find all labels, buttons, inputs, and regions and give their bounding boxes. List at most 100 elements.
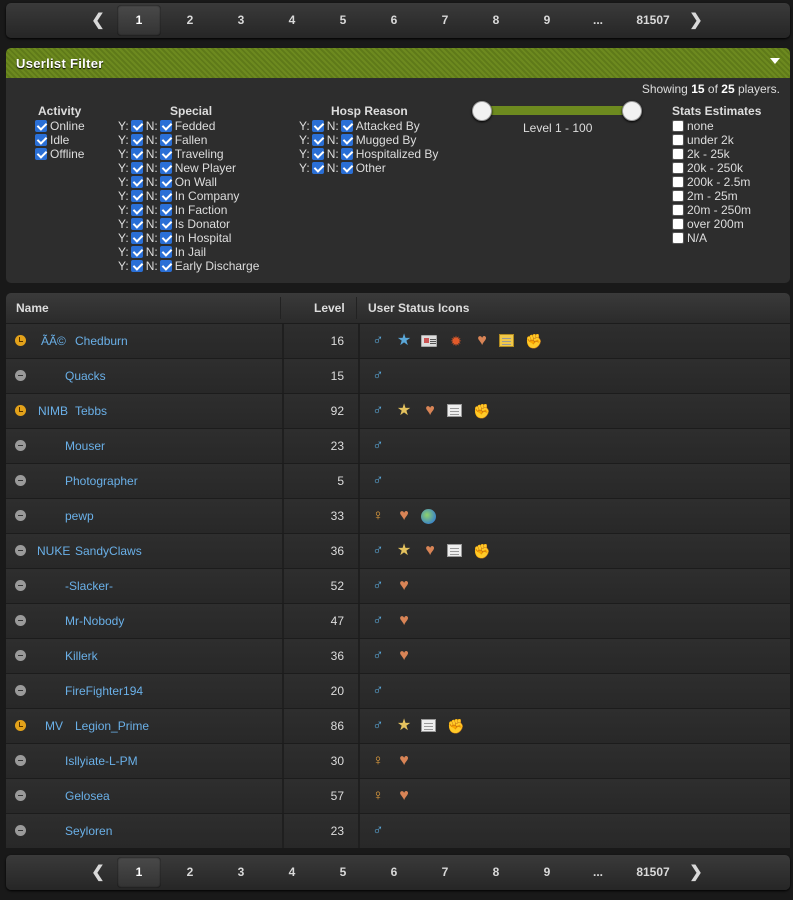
stats-estimate-filter-row[interactable]: 2k - 25k — [672, 147, 730, 161]
faction-fist-icon[interactable]: ✊ — [447, 717, 465, 735]
page-7-button[interactable]: 7 — [423, 857, 467, 888]
next-page-arrow-icon[interactable]: ❯ — [684, 5, 708, 36]
no-checkbox[interactable] — [159, 246, 172, 258]
faction-tag[interactable]: NIMB — [38, 404, 68, 418]
special-filter-row[interactable]: Y: N: Early Discharge — [118, 259, 259, 273]
no-checkbox[interactable] — [159, 190, 172, 202]
no-checkbox[interactable] — [340, 162, 353, 174]
stats-estimate-filter-row[interactable]: 20k - 250k — [672, 161, 743, 175]
married-heart-icon[interactable]: ♥ — [395, 787, 413, 805]
married-heart-icon[interactable]: ♥ — [395, 752, 413, 770]
special-filter-row[interactable]: Y: N: New Player — [118, 161, 236, 175]
yes-checkbox[interactable] — [130, 190, 143, 202]
stats-estimate-filter-row[interactable]: 200k - 2.5m — [672, 175, 750, 189]
page-6-button[interactable]: 6 — [372, 857, 416, 888]
male-icon[interactable]: ♂ — [369, 402, 387, 420]
special-filter-row[interactable]: Y: N: On Wall — [118, 175, 217, 189]
username-link[interactable]: Gelosea — [65, 789, 110, 803]
special-filter-row[interactable]: Y: N: In Hospital — [118, 231, 231, 245]
subscriber-star-icon[interactable]: ★ — [395, 542, 413, 560]
username-link[interactable]: Mouser — [65, 439, 105, 453]
page-81507-button[interactable]: 81507 — [624, 857, 682, 888]
no-checkbox[interactable] — [159, 176, 172, 188]
checkbox[interactable] — [672, 204, 684, 216]
page-5-button[interactable]: 5 — [321, 857, 365, 888]
filter-header[interactable]: Userlist Filter — [6, 48, 790, 78]
male-icon[interactable]: ♂ — [369, 682, 387, 700]
page-9-button[interactable]: 9 — [525, 857, 569, 888]
hosp-reason-filter-row[interactable]: Y: N: Hospitalized By — [299, 147, 438, 161]
married-heart-icon[interactable]: ♥ — [395, 577, 413, 595]
checkbox[interactable] — [672, 190, 684, 202]
page-1-button[interactable]: 1 — [117, 857, 161, 888]
female-icon[interactable]: ♀ — [369, 787, 387, 805]
no-checkbox[interactable] — [159, 218, 172, 230]
male-icon[interactable]: ♂ — [369, 472, 387, 490]
no-checkbox[interactable] — [159, 162, 172, 174]
yes-checkbox[interactable] — [130, 176, 143, 188]
yes-checkbox[interactable] — [130, 134, 143, 146]
company-note-icon[interactable] — [421, 719, 436, 732]
stats-estimate-filter-row[interactable]: over 200m — [672, 217, 744, 231]
activity-filter-idle[interactable]: Idle — [35, 133, 69, 147]
page-2-button[interactable]: 2 — [168, 5, 212, 36]
married-heart-icon[interactable]: ♥ — [473, 332, 491, 350]
checkbox[interactable] — [672, 218, 684, 230]
collapse-arrow-icon[interactable] — [770, 58, 780, 64]
username-link[interactable]: Tebbs — [75, 404, 107, 418]
page-1-button[interactable]: 1 — [117, 5, 161, 36]
yes-checkbox[interactable] — [130, 260, 143, 272]
checkbox[interactable] — [35, 148, 47, 160]
company-note-icon[interactable] — [447, 544, 462, 557]
subscriber-star-icon[interactable]: ★ — [395, 717, 413, 735]
checkbox[interactable] — [672, 232, 684, 244]
female-icon[interactable]: ♀ — [369, 507, 387, 525]
married-heart-icon[interactable]: ♥ — [395, 507, 413, 525]
no-checkbox[interactable] — [159, 204, 172, 216]
username-link[interactable]: Seyloren — [65, 824, 112, 838]
checkbox[interactable] — [35, 134, 47, 146]
page-8-button[interactable]: 8 — [474, 857, 518, 888]
special-filter-row[interactable]: Y: N: Is Donator — [118, 217, 230, 231]
level-slider-min-handle[interactable] — [472, 101, 492, 121]
checkbox[interactable] — [672, 134, 684, 146]
page-8-button[interactable]: 8 — [474, 5, 518, 36]
married-heart-icon[interactable]: ♥ — [421, 542, 439, 560]
level-column-header[interactable]: Level — [314, 301, 345, 315]
hosp-reason-filter-row[interactable]: Y: N: Other — [299, 161, 386, 175]
checkbox[interactable] — [672, 176, 684, 188]
special-filter-row[interactable]: Y: N: In Faction — [118, 203, 227, 217]
activity-filter-online[interactable]: Online — [35, 119, 85, 133]
yes-checkbox[interactable] — [130, 218, 143, 230]
faction-leader-fist-icon[interactable]: ✊ — [525, 332, 543, 350]
male-icon[interactable]: ♂ — [369, 332, 387, 350]
special-filter-row[interactable]: Y: N: Fallen — [118, 133, 207, 147]
username-link[interactable]: Killerk — [65, 649, 98, 663]
yes-checkbox[interactable] — [130, 204, 143, 216]
faction-tag[interactable]: ÃÃ© — [41, 334, 66, 348]
username-link[interactable]: pewp — [65, 509, 94, 523]
yes-checkbox[interactable] — [130, 162, 143, 174]
no-checkbox[interactable] — [159, 148, 172, 160]
page-7-button[interactable]: 7 — [423, 5, 467, 36]
no-checkbox[interactable] — [340, 134, 353, 146]
checkbox[interactable] — [672, 120, 684, 132]
male-icon[interactable]: ♂ — [369, 577, 387, 595]
stats-estimate-filter-row[interactable]: 2m - 25m — [672, 189, 738, 203]
name-column-header[interactable]: Name — [16, 301, 49, 315]
male-icon[interactable]: ♂ — [369, 612, 387, 630]
page-3-button[interactable]: 3 — [219, 5, 263, 36]
page-2-button[interactable]: 2 — [168, 857, 212, 888]
checkbox[interactable] — [672, 148, 684, 160]
special-filter-row[interactable]: Y: N: Fedded — [118, 119, 215, 133]
special-filter-row[interactable]: Y: N: Traveling — [118, 147, 224, 161]
faction-fist-icon[interactable]: ✊ — [473, 542, 491, 560]
female-icon[interactable]: ♀ — [369, 752, 387, 770]
page-4-button[interactable]: 4 — [270, 857, 314, 888]
special-filter-row[interactable]: Y: N: In Jail — [118, 245, 206, 259]
no-checkbox[interactable] — [159, 260, 172, 272]
yes-checkbox[interactable] — [311, 162, 324, 174]
no-checkbox[interactable] — [340, 120, 353, 132]
page-3-button[interactable]: 3 — [219, 857, 263, 888]
page-5-button[interactable]: 5 — [321, 5, 365, 36]
